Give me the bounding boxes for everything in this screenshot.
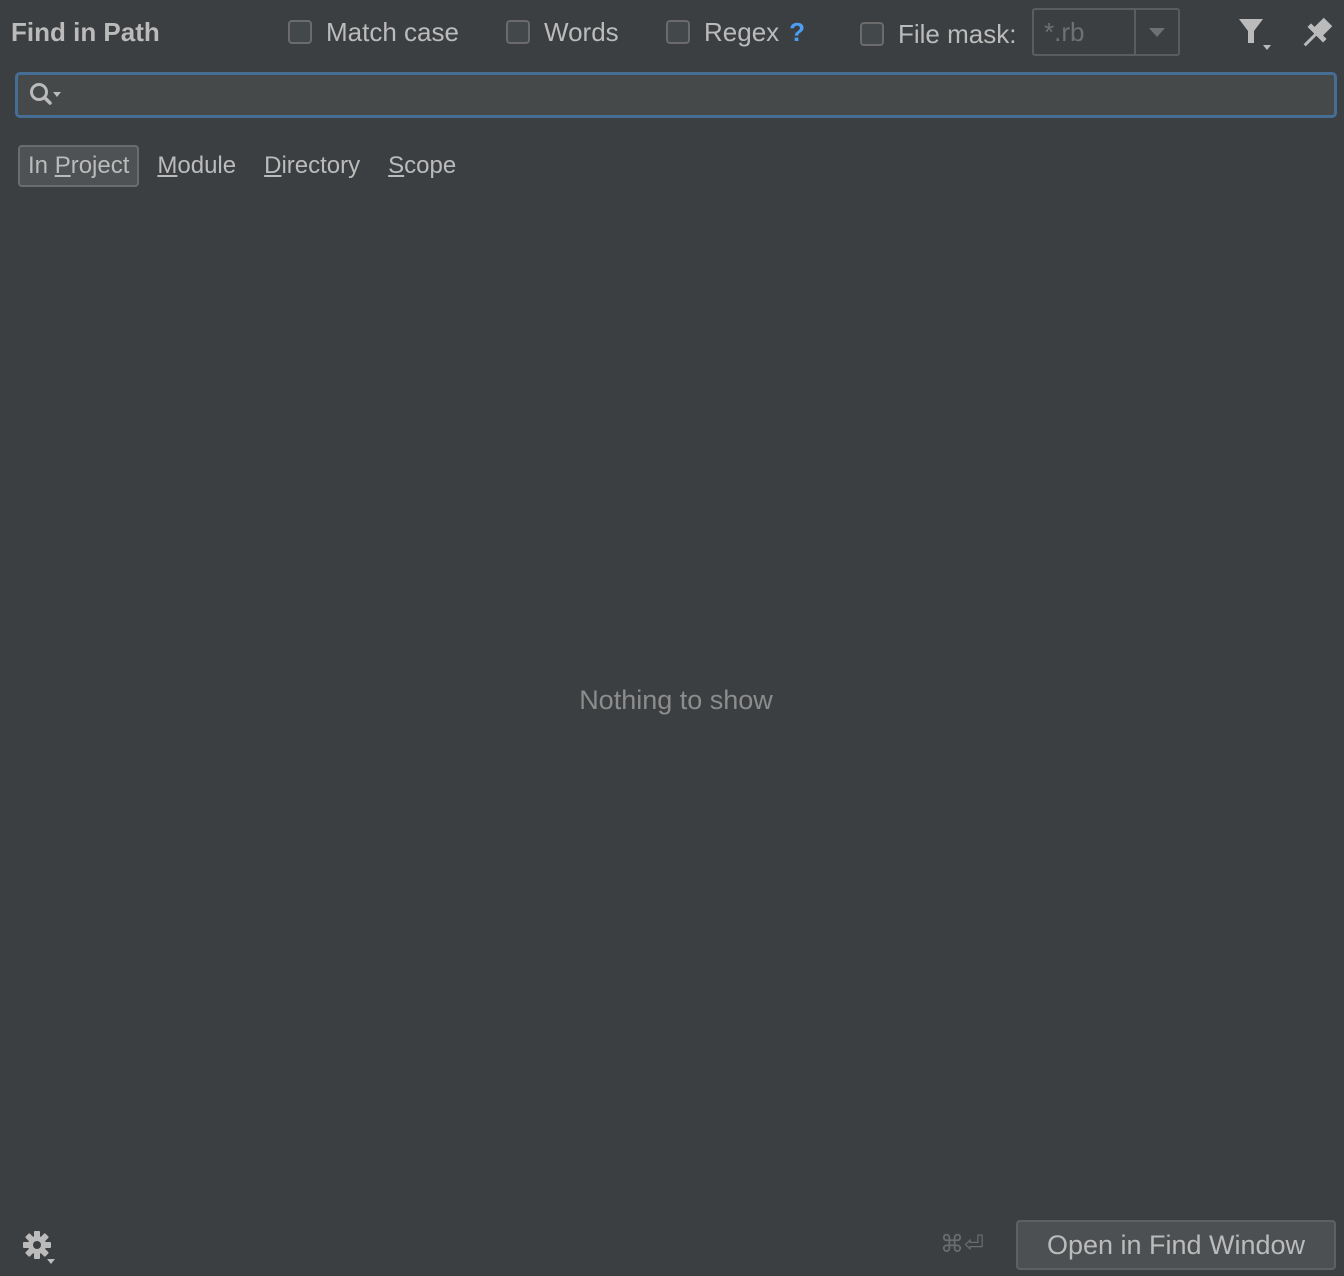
dialog-title: Find in Path xyxy=(11,17,160,47)
gear-icon xyxy=(23,1231,55,1264)
tab-label-rest: roject xyxy=(70,152,130,179)
search-field[interactable] xyxy=(15,72,1337,118)
search-input[interactable] xyxy=(74,75,1334,115)
pin-icon xyxy=(1303,17,1333,47)
settings-button[interactable] xyxy=(20,1228,60,1268)
tab-mnemonic: M xyxy=(157,152,178,179)
shortcut-hint: ⌘⏎ xyxy=(940,1231,985,1258)
open-in-find-window-button[interactable]: Open in Find Window xyxy=(1016,1220,1336,1270)
words-checkbox[interactable] xyxy=(506,20,530,44)
regex-label: Regex xyxy=(704,17,780,47)
file-mask-combo[interactable] xyxy=(1032,8,1180,56)
tab-label-rest: odule xyxy=(177,152,237,179)
file-mask-dropdown-button[interactable] xyxy=(1136,10,1178,54)
tab-in-project[interactable]: In Project xyxy=(18,145,140,187)
scope-tabs: In Project Module Directory Scope xyxy=(18,145,474,187)
tab-mnemonic: S xyxy=(388,152,405,179)
regex-option[interactable]: Regex ? xyxy=(666,16,805,48)
chevron-down-icon xyxy=(1149,27,1165,37)
header-bar: Find in Path Match case Words Regex ? Fi… xyxy=(0,0,1344,66)
file-mask-option[interactable]: File mask: xyxy=(860,18,1016,50)
search-history-button[interactable] xyxy=(18,75,74,115)
filter-button[interactable] xyxy=(1234,14,1274,54)
tab-label-prefix: In xyxy=(28,152,55,179)
match-case-option[interactable]: Match case xyxy=(288,16,459,48)
file-mask-input[interactable] xyxy=(1034,10,1136,54)
filter-icon xyxy=(1239,19,1271,50)
tab-directory[interactable]: Directory xyxy=(254,145,370,187)
tab-module[interactable]: Module xyxy=(147,145,246,187)
regex-checkbox[interactable] xyxy=(666,20,690,44)
tab-mnemonic: D xyxy=(264,152,282,179)
regex-help-link[interactable]: ? xyxy=(789,17,805,48)
footer-bar: ⌘⏎ Open in Find Window xyxy=(0,1210,1344,1276)
words-label: Words xyxy=(544,17,619,47)
pin-button[interactable] xyxy=(1296,14,1336,54)
empty-results-message: Nothing to show xyxy=(579,685,773,715)
match-case-checkbox[interactable] xyxy=(288,20,312,44)
match-case-label: Match case xyxy=(326,17,459,47)
file-mask-label: File mask: xyxy=(898,19,1017,49)
find-in-path-dialog: Find in Path Match case Words Regex ? Fi… xyxy=(0,0,1344,1276)
file-mask-checkbox[interactable] xyxy=(860,22,884,46)
words-option[interactable]: Words xyxy=(506,16,619,48)
tab-mnemonic: P xyxy=(54,152,71,179)
tab-label-rest: cope xyxy=(404,152,457,179)
tab-label-rest: irectory xyxy=(281,152,361,179)
tab-scope[interactable]: Scope xyxy=(378,145,466,187)
search-icon xyxy=(30,83,61,105)
